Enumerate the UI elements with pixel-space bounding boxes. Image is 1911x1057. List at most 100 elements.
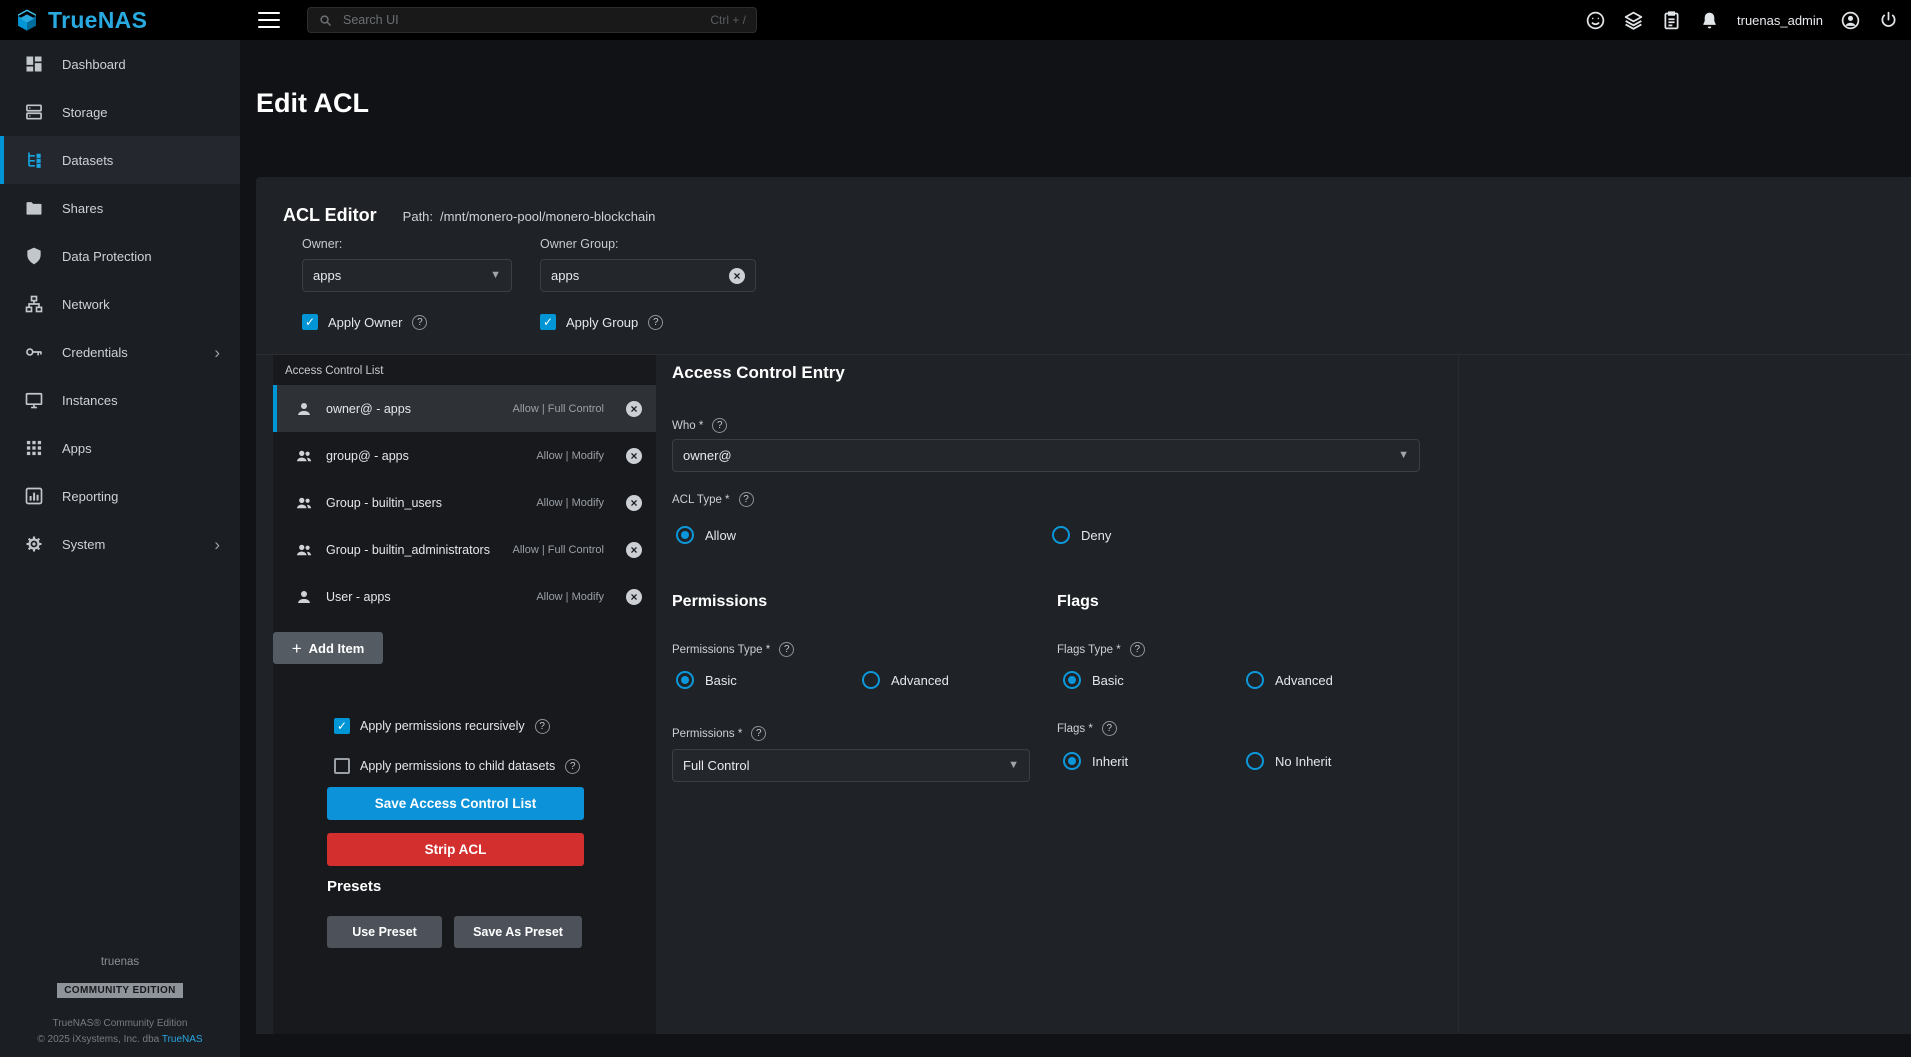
apply-recursively-checkbox[interactable]: ✓ [334,718,350,734]
search-input[interactable] [341,12,702,28]
topbar-actions: truenas_admin [1585,0,1899,40]
permissions-select[interactable]: Full Control ▼ [672,749,1030,782]
help-icon[interactable]: ? [1130,642,1145,657]
truenas-link[interactable]: TrueNAS [162,1034,203,1045]
sidebar-item-label: Storage [62,105,108,120]
save-access-control-list-button[interactable]: Save Access Control List [327,787,584,820]
logged-in-username[interactable]: truenas_admin [1737,13,1823,28]
radio-icon [862,671,880,689]
acl-editor-heading: ACL Editor [283,205,377,226]
help-icon[interactable]: ? [648,315,663,330]
owner-group-value: apps [551,268,729,283]
save-as-preset-button[interactable]: Save As Preset [454,916,582,948]
search-shortcut-hint: Ctrl + / [710,13,746,27]
permissions-type-advanced-radio[interactable]: Advanced [862,671,949,689]
remove-entry-icon[interactable]: × [626,495,642,511]
sidebar-item-datasets[interactable]: Datasets [0,136,240,184]
sidebar-item-data-protection[interactable]: Data Protection [0,232,240,280]
sidebar-item-label: Apps [62,441,92,456]
remove-entry-icon[interactable]: × [626,448,642,464]
apply-recursively-checkbox-row[interactable]: ✓ Apply permissions recursively ? [334,718,550,734]
acl-list-title: Access Control List [285,365,383,377]
flags-type-advanced-radio[interactable]: Advanced [1246,671,1333,689]
apply-child-datasets-checkbox-row[interactable]: Apply permissions to child datasets ? [334,758,580,774]
flags-no-inherit-radio[interactable]: No Inherit [1246,752,1331,770]
help-icon[interactable]: ? [1102,721,1117,736]
acl-type-deny-radio[interactable]: Deny [1052,526,1111,544]
sidebar-item-credentials[interactable]: Credentials › [0,328,240,376]
sidebar-item-apps[interactable]: Apps [0,424,240,472]
topbar: TrueNAS Ctrl + / truenas_admin [0,0,1911,40]
use-preset-button[interactable]: Use Preset [327,916,442,948]
help-icon[interactable]: ? [751,726,766,741]
page-title: Edit ACL [256,88,369,119]
people-icon [295,541,313,559]
sidenav-toggle-button[interactable] [258,10,280,30]
sidebar-item-shares[interactable]: Shares [0,184,240,232]
sidebar-item-network[interactable]: Network [0,280,240,328]
apply-group-checkbox[interactable]: ✓ [540,314,556,330]
jobs-layers-icon[interactable] [1623,10,1644,31]
instances-monitor-icon [24,390,44,410]
acl-entry-row[interactable]: owner@ - apps Allow | Full Control × [273,385,656,432]
chevron-right-icon: › [214,344,220,361]
search-icon [318,13,333,28]
help-icon[interactable]: ? [565,759,580,774]
acl-entry-row[interactable]: Group - builtin_administrators Allow | F… [273,526,656,573]
acl-entry-row[interactable]: User - apps Allow | Modify × [273,573,656,620]
acl-entry-row[interactable]: Group - builtin_users Allow | Modify × [273,479,656,526]
sidebar-footer: truenas COMMUNITY EDITION TrueNAS® Commu… [0,956,240,1048]
remove-entry-icon[interactable]: × [626,401,642,417]
acl-entry-row[interactable]: group@ - apps Allow | Modify × [273,432,656,479]
shares-folder-icon [24,198,44,218]
permissions-type-basic-radio[interactable]: Basic [676,671,737,689]
flags-inherit-radio[interactable]: Inherit [1063,752,1128,770]
acl-entry-permission: Allow | Full Control [513,544,605,556]
help-icon[interactable]: ? [739,492,754,507]
global-search[interactable]: Ctrl + / [307,7,757,33]
radio-icon [1063,671,1081,689]
flags-field-label: Flags * ? [1057,721,1117,736]
sidebar-item-system[interactable]: System › [0,520,240,568]
sidebar-item-dashboard[interactable]: Dashboard [0,40,240,88]
strip-acl-button[interactable]: Strip ACL [327,833,584,866]
checklist-clipboard-icon[interactable] [1661,10,1682,31]
remove-entry-icon[interactable]: × [626,542,642,558]
owner-group-label: Owner Group: [540,237,619,251]
user-account-icon[interactable] [1840,10,1861,31]
remove-entry-icon[interactable]: × [626,589,642,605]
notifications-bell-icon[interactable] [1699,10,1720,31]
flags-type-basic-radio[interactable]: Basic [1063,671,1124,689]
acl-entry-permission: Allow | Modify [536,450,604,462]
acl-type-allow-radio[interactable]: Allow [676,526,736,544]
presets-heading: Presets [327,878,381,895]
radio-icon [1063,752,1081,770]
apply-child-datasets-checkbox[interactable] [334,758,350,774]
sidebar-item-storage[interactable]: Storage [0,88,240,136]
apply-owner-checkbox-row[interactable]: ✓ Apply Owner ? [302,314,427,330]
clear-icon[interactable]: × [729,268,745,284]
owner-select[interactable]: apps ▼ [302,259,512,292]
sidebar-item-reporting[interactable]: Reporting [0,472,240,520]
apply-owner-checkbox[interactable]: ✓ [302,314,318,330]
sidebar-item-label: System [62,537,105,552]
access-control-entry-panel: Access Control Entry Who * ? owner@ ▼ AC… [672,355,1887,1034]
help-icon[interactable]: ? [779,642,794,657]
sidebar-item-instances[interactable]: Instances [0,376,240,424]
person-icon [295,588,313,606]
add-item-button[interactable]: + Add Item [273,632,383,664]
dashboard-icon [24,54,44,74]
power-icon[interactable] [1878,10,1899,31]
owner-group-input[interactable]: apps × [540,259,756,292]
who-select[interactable]: owner@ ▼ [672,439,1420,472]
truenas-logo[interactable]: TrueNAS [14,0,147,40]
acl-entry-permission: Allow | Modify [536,497,604,509]
apply-group-checkbox-row[interactable]: ✓ Apply Group ? [540,314,663,330]
radio-icon [1246,671,1264,689]
feedback-icon[interactable] [1585,10,1606,31]
help-icon[interactable]: ? [535,719,550,734]
help-icon[interactable]: ? [712,418,727,433]
who-select-value: owner@ [683,448,1398,463]
help-icon[interactable]: ? [412,315,427,330]
permissions-section-heading: Permissions [672,593,767,611]
